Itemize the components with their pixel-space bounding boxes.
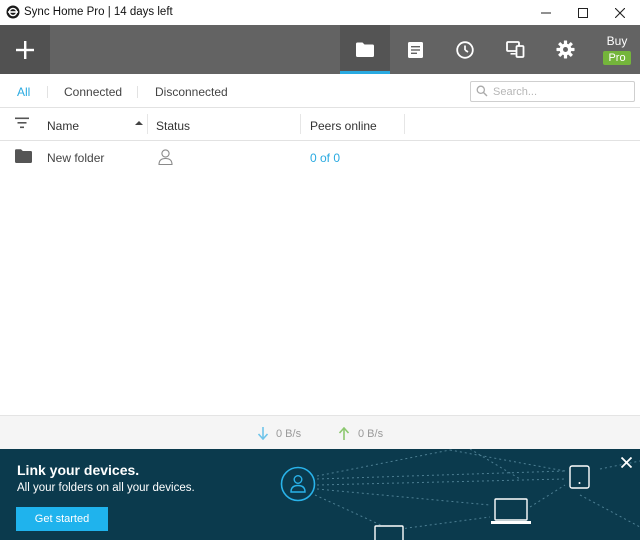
- maximize-icon: [578, 7, 588, 18]
- add-folder-button[interactable]: [0, 25, 50, 74]
- promo-banner: Link your devices. All your folders on a…: [0, 449, 640, 540]
- peers-online-link[interactable]: 0 of 0: [310, 151, 340, 165]
- close-icon: [620, 456, 632, 468]
- clock-icon: [456, 40, 474, 59]
- banner-subtitle: All your folders on all your devices.: [17, 482, 195, 494]
- tab-history[interactable]: [390, 25, 440, 74]
- speed-bar: 0 B/s 0 B/s: [0, 415, 640, 449]
- folder-name: New folder: [47, 151, 105, 165]
- upload-arrow-icon: [338, 427, 350, 440]
- close-banner-button[interactable]: [617, 453, 635, 471]
- window-title: Sync Home Pro | 14 days left: [24, 6, 173, 18]
- upload-speed: 0 B/s: [358, 428, 384, 440]
- search-box[interactable]: [470, 81, 635, 102]
- filter-tab-all[interactable]: All: [17, 85, 30, 99]
- close-icon: [615, 7, 625, 18]
- tab-transfers[interactable]: [440, 25, 490, 74]
- column-divider: [147, 114, 148, 134]
- minimize-icon: [541, 12, 551, 13]
- tab-devices[interactable]: [490, 25, 540, 74]
- buy-pro-button[interactable]: Buy Pro: [594, 25, 640, 74]
- filter-tab-connected[interactable]: Connected: [64, 85, 122, 99]
- download-arrow-icon: [257, 427, 269, 440]
- close-window-button[interactable]: [600, 0, 640, 25]
- devices-icon: [505, 41, 524, 58]
- column-divider: [404, 114, 405, 134]
- filter-icon[interactable]: [15, 117, 29, 129]
- minimize-button[interactable]: [526, 0, 566, 25]
- tab-folders[interactable]: [340, 25, 390, 74]
- column-header-peers[interactable]: Peers online: [310, 119, 377, 133]
- filter-divider: [47, 86, 48, 98]
- pro-badge: Pro: [603, 51, 631, 65]
- search-input[interactable]: [493, 83, 631, 100]
- folder-icon: [356, 42, 374, 57]
- filter-tab-disconnected[interactable]: Disconnected: [155, 85, 228, 99]
- gear-icon: [555, 40, 575, 59]
- document-icon: [407, 41, 423, 58]
- banner-title: Link your devices.: [17, 462, 140, 478]
- toolbar: Buy Pro: [0, 25, 640, 74]
- column-header-status[interactable]: Status: [156, 119, 190, 133]
- download-speed: 0 B/s: [276, 428, 302, 440]
- person-icon: [158, 149, 173, 165]
- sort-ascending-icon: [135, 121, 143, 125]
- title-bar: Sync Home Pro | 14 days left: [0, 0, 640, 25]
- plus-icon: [16, 40, 34, 59]
- filter-divider: [137, 86, 138, 98]
- sync-logo-icon: [6, 5, 20, 19]
- get-started-button[interactable]: Get started: [16, 507, 108, 531]
- buy-label: Buy: [606, 34, 628, 48]
- search-icon: [476, 85, 488, 97]
- maximize-button[interactable]: [563, 0, 603, 25]
- column-header-name[interactable]: Name: [47, 119, 79, 133]
- folder-icon: [15, 149, 32, 163]
- tab-settings[interactable]: [540, 25, 590, 74]
- column-divider: [300, 114, 301, 134]
- table-header: Name Status Peers online: [0, 108, 640, 141]
- table-row[interactable]: New folder 0 of 0: [0, 141, 640, 174]
